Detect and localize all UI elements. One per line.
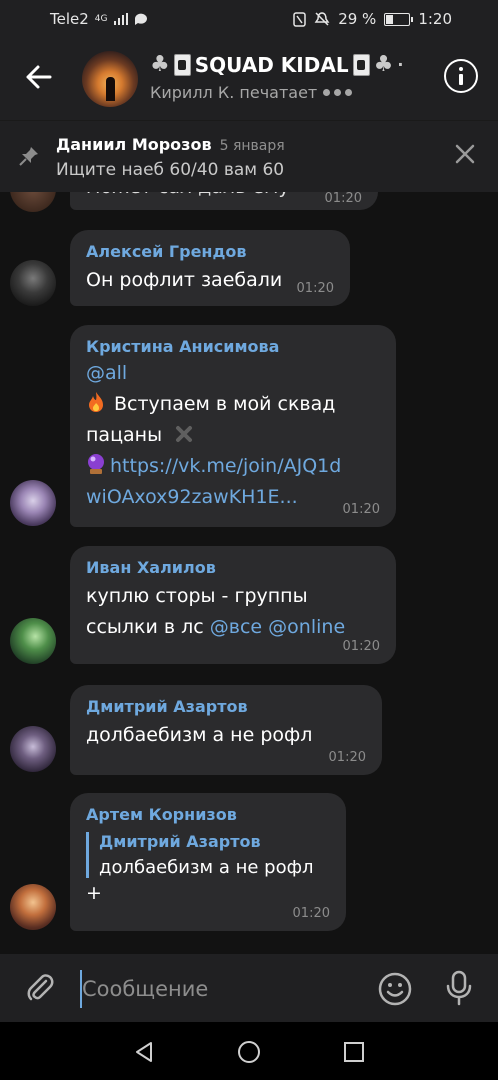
- mention-all[interactable]: @all: [86, 358, 380, 389]
- sender-name[interactable]: Артем Корнизов: [86, 805, 330, 824]
- club-icon: ♣: [150, 52, 170, 77]
- status-right: 29 % 1:20: [293, 10, 452, 28]
- club-icon: ♣: [373, 52, 394, 77]
- reply-quote[interactable]: Дмитрий Азартов долбаебизм а не рофл: [86, 832, 330, 878]
- link-text-continued[interactable]: wiOAxox92zawKH1E...: [86, 482, 380, 513]
- message-line: Вступаем в мой сквад: [86, 389, 380, 420]
- pinned-text: Ищите наеб 60/40 вам 60: [56, 160, 285, 180]
- nav-recent-icon[interactable]: [343, 1041, 365, 1063]
- sender-name[interactable]: Алексей Грендов: [86, 242, 334, 261]
- system-nav-bar: [0, 1022, 498, 1080]
- avatar[interactable]: [10, 480, 56, 526]
- chat-notification-icon: [134, 13, 147, 25]
- pinned-message[interactable]: Даниил Морозов 5 января Ищите наеб 60/40 …: [0, 120, 498, 193]
- pinned-author-name: Даниил Морозов: [56, 135, 212, 154]
- message-time: 01:20: [328, 750, 366, 765]
- joker-card-icon: [173, 53, 191, 76]
- emoji-icon[interactable]: [378, 972, 412, 1006]
- composer: [0, 954, 498, 1022]
- sender-name[interactable]: Дмитрий Азартов: [86, 697, 366, 716]
- message-line: пацаны: [86, 420, 380, 451]
- message-line-text: ссылки в лс: [86, 616, 204, 638]
- message-bubble[interactable]: Алексей Грендов Он рофлит заебали 01:20: [70, 230, 350, 306]
- info-icon[interactable]: [444, 59, 478, 93]
- nfc-icon: [293, 11, 306, 27]
- message-line-text: Вступаем в мой сквад: [114, 393, 336, 415]
- message-bubble[interactable]: Артем Корнизов Дмитрий Азартов долбаебиз…: [70, 793, 346, 931]
- battery-percent: 29 %: [338, 10, 377, 28]
- mention[interactable]: @online: [268, 616, 345, 638]
- close-icon[interactable]: [454, 143, 476, 165]
- mention[interactable]: @все: [210, 616, 262, 638]
- attach-icon[interactable]: [24, 972, 56, 1004]
- invite-link[interactable]: https://vk.me/join/AJQ1d: [86, 451, 380, 482]
- typing-status: Кирилл К. печатает: [150, 83, 353, 102]
- reply-text: долбаебизм а не рофл: [99, 857, 314, 878]
- status-bar: Tele2 4G 29 % 1:20: [0, 0, 498, 36]
- avatar[interactable]: [10, 884, 56, 930]
- avatar[interactable]: [10, 192, 56, 212]
- pinned-author: Даниил Морозов 5 января: [56, 135, 285, 154]
- joker-card-icon: [352, 53, 370, 76]
- message-text: долбаебизм а не рофл: [86, 724, 313, 746]
- sender-name[interactable]: Кристина Анисимова: [86, 337, 380, 356]
- back-arrow-icon[interactable]: [20, 58, 58, 96]
- message-time: 01:20: [342, 502, 380, 517]
- message-bubble[interactable]: Дмитрий Азартов долбаебизм а не рофл 01:…: [70, 685, 382, 775]
- battery-icon: [384, 12, 414, 26]
- status-left: Tele2 4G: [50, 10, 148, 28]
- message-line-text: пацаны: [86, 424, 163, 446]
- message-time: 01:20: [342, 639, 380, 654]
- fire-icon: [89, 392, 103, 412]
- nav-back-icon[interactable]: [132, 1040, 156, 1064]
- pinned-date: 5 января: [219, 138, 285, 154]
- network-label: 4G: [94, 14, 108, 24]
- crystal-ball-icon: [88, 454, 104, 474]
- message-bubble[interactable]: Кристина Анисимова @all Вступаем в мой с…: [70, 325, 396, 527]
- message-text: куплю сторы - группы ссылки в лс @все @o…: [86, 581, 380, 643]
- message-bubble[interactable]: Иван Халилов куплю сторы - группы ссылки…: [70, 546, 396, 664]
- message-text: может сал даль ему: [86, 192, 362, 203]
- mute-icon: [314, 12, 330, 26]
- link-text[interactable]: https://vk.me/join/AJQ1d: [110, 455, 341, 477]
- cross-icon: [176, 426, 193, 442]
- group-avatar[interactable]: [82, 51, 138, 107]
- title-overflow: ·: [397, 55, 404, 74]
- chat-header: ♣ SQUAD KIDAL ♣ · Кирилл К. печатает: [0, 36, 498, 120]
- message-input[interactable]: [80, 970, 364, 1008]
- message-line: ссылки в лс @все @online: [86, 612, 380, 643]
- pin-icon: [19, 147, 38, 166]
- signal-icon: [113, 13, 128, 25]
- message-time: 01:20: [296, 281, 334, 296]
- message-text: @all Вступаем в мой сквад пацаны https:/…: [86, 358, 380, 513]
- typing-dots-icon: [323, 89, 353, 96]
- message-list[interactable]: может сал даль ему 01:20 Алексей Грендов…: [0, 192, 498, 954]
- chat-title[interactable]: ♣ SQUAD KIDAL ♣ ·: [150, 52, 403, 77]
- message-time: 01:20: [292, 906, 330, 921]
- avatar[interactable]: [10, 618, 56, 664]
- typing-text: Кирилл К. печатает: [150, 83, 318, 102]
- carrier-label: Tele2: [50, 10, 89, 28]
- mic-icon[interactable]: [444, 970, 474, 1006]
- chat-title-text: SQUAD KIDAL: [194, 52, 349, 77]
- avatar[interactable]: [10, 726, 56, 772]
- message-bubble[interactable]: может сал даль ему 01:20: [70, 192, 378, 210]
- avatar[interactable]: [10, 260, 56, 306]
- message-time: 01:20: [324, 192, 362, 206]
- message-line: куплю сторы - группы: [86, 585, 308, 607]
- message-text: +: [86, 882, 102, 904]
- clock: 1:20: [418, 10, 452, 28]
- nav-home-icon[interactable]: [237, 1040, 261, 1064]
- reply-author: Дмитрий Азартов: [99, 832, 261, 851]
- sender-name[interactable]: Иван Халилов: [86, 558, 380, 577]
